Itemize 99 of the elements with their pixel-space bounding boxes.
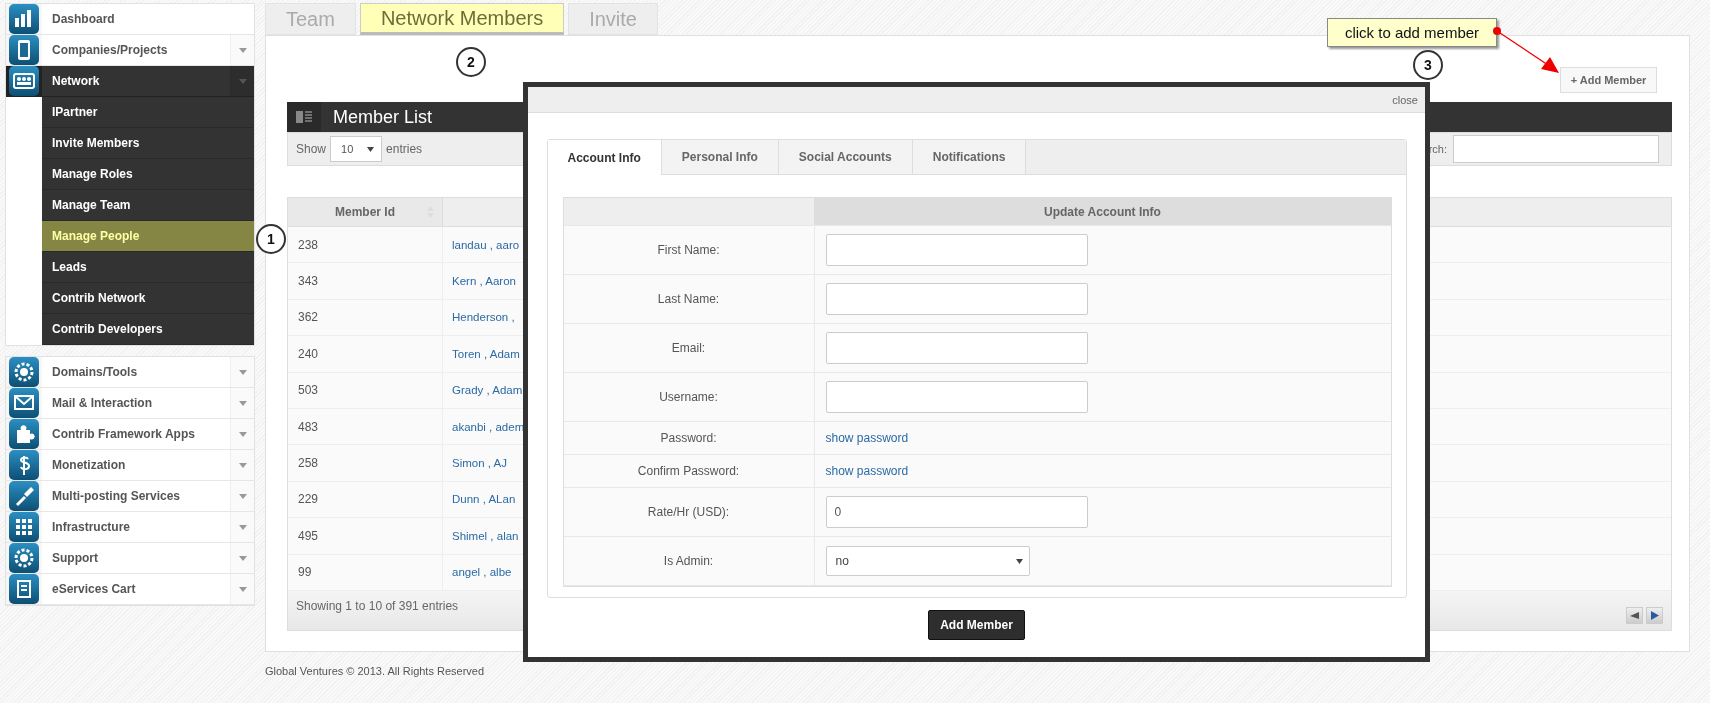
member-name-link[interactable]: angel , albe <box>443 554 512 590</box>
grid-icon <box>9 512 39 542</box>
entries-label: entries <box>386 142 423 156</box>
member-name-link[interactable]: Grady , Adam <box>443 372 523 408</box>
left-arrow-icon <box>1630 611 1639 619</box>
sidebar-label: Dashboard <box>51 11 116 28</box>
sidebar-label: Multi-posting Services <box>51 488 182 505</box>
input-field[interactable] <box>825 332 1088 364</box>
search-field[interactable] <box>1453 135 1659 163</box>
submenu-item[interactable]: Contrib Developers <box>42 314 254 345</box>
sidebar-label: Mail & Interaction <box>51 395 153 412</box>
step-marker: 1 <box>256 224 286 254</box>
table-cell: 503 <box>288 372 443 408</box>
search-label: rch: <box>1428 143 1447 155</box>
field-label: Is Admin: <box>563 537 815 585</box>
brush-icon <box>9 481 39 511</box>
submenu-item[interactable]: IPartner <box>42 97 254 128</box>
right-arrow-icon <box>1650 610 1659 620</box>
field-label: Username: <box>563 373 815 421</box>
table-info: Showing 1 to 10 of 391 entries <box>296 598 459 613</box>
tab[interactable]: Personal Info <box>661 140 779 174</box>
submenu-item[interactable]: Manage People <box>42 221 254 252</box>
sidebar-label: Companies/Projects <box>51 42 169 59</box>
puzzle-icon <box>9 419 39 449</box>
caret-icon <box>367 146 375 152</box>
input-field[interactable] <box>825 381 1088 413</box>
field-label: Confirm Password: <box>563 455 815 487</box>
show-password-link[interactable]: show password <box>825 431 909 445</box>
member-name-link[interactable]: Shimel , alan <box>443 518 519 554</box>
sidebar-label: Infrastructure <box>51 519 132 536</box>
input-field[interactable] <box>825 283 1088 315</box>
field-label: First Name: <box>563 226 815 274</box>
field-label: Last Name: <box>563 275 815 323</box>
arrow <box>1493 27 1559 73</box>
table-cell: 483 <box>288 408 443 445</box>
field-label: Rate/Hr (USD): <box>563 488 815 536</box>
tab[interactable]: Social Accounts <box>778 140 913 174</box>
copyright-text: Global Ventures © 2013. All Rights Reserved <box>265 665 486 677</box>
envelope-icon <box>9 388 39 418</box>
sidebar-label: Contrib Framework Apps <box>51 426 196 443</box>
sidebar-label: Network <box>51 73 101 90</box>
tab[interactable]: Notifications <box>912 140 1027 174</box>
sidebar-label: Domains/Tools <box>51 364 139 381</box>
page-size-select[interactable]: 10 <box>330 136 383 162</box>
member-name-link[interactable]: Toren , Adam <box>443 336 520 372</box>
member-name-link[interactable]: landau , aaro <box>443 227 520 263</box>
list-icon <box>296 111 312 123</box>
tab[interactable]: Account Info <box>547 140 662 175</box>
phone-icon <box>9 35 39 65</box>
sidebar-item[interactable]: Dashboard <box>6 4 254 35</box>
table-cell: 343 <box>288 263 443 299</box>
sidebar-item[interactable]: Companies/Projects <box>6 35 254 66</box>
sidebar-item[interactable]: Multi-posting Services <box>6 481 254 512</box>
submenu-item[interactable]: Manage Team <box>42 190 254 221</box>
field-label: Password: <box>563 422 815 454</box>
callout: click to add member <box>1327 18 1497 47</box>
table-cell: 99 <box>288 554 443 590</box>
sidebar-label: Monetization <box>51 457 127 474</box>
sidebar-item[interactable]: Mail & Interaction <box>6 388 254 419</box>
submenu-item[interactable]: Contrib Network <box>42 283 254 314</box>
member-name-link[interactable]: Dunn , ALan <box>443 481 516 518</box>
show-password-link[interactable]: show password <box>825 464 909 478</box>
form-title: Update Account Info <box>814 198 1391 225</box>
sidebar-label: eServices Cart <box>51 581 137 598</box>
sidebar-label: Support <box>51 550 99 567</box>
submenu-item[interactable]: Leads <box>42 252 254 283</box>
member-name-link[interactable]: Kern , Aaron <box>443 263 516 299</box>
input-field[interactable] <box>825 234 1088 266</box>
add-member-button[interactable]: + Add Member <box>1560 67 1657 93</box>
sidebar-item[interactable]: Infrastructure <box>6 512 254 543</box>
field-label: Email: <box>563 324 815 372</box>
table-cell: 495 <box>288 518 443 554</box>
next-page-button[interactable] <box>1646 606 1663 624</box>
input-field[interactable]: 0 <box>825 496 1088 528</box>
tab[interactable]: Network Members <box>359 3 565 35</box>
sidebar-item[interactable]: eServices Cart <box>6 574 254 605</box>
show-label: Show <box>296 142 327 156</box>
table-cell: 240 <box>288 336 443 372</box>
caret-icon <box>1015 558 1023 564</box>
table-cell: 258 <box>288 445 443 481</box>
table-cell: 229 <box>288 481 443 518</box>
close-link[interactable]: close <box>1392 93 1418 106</box>
select-field[interactable]: no <box>825 546 1030 576</box>
sidebar-item[interactable]: Contrib Framework Apps <box>6 419 254 450</box>
table-cell: 238 <box>288 227 443 263</box>
sidebar-item[interactable]: Network <box>6 66 254 97</box>
previous-page-button[interactable] <box>1626 606 1643 624</box>
member-name-link[interactable]: Simon , AJ <box>443 445 507 481</box>
add-member-button[interactable]: Add Member <box>928 610 1025 640</box>
sidebar-item[interactable]: Domains/Tools <box>6 357 254 388</box>
column-header[interactable]: Member Id <box>288 198 443 226</box>
member-name-link[interactable]: Henderson , <box>443 299 515 336</box>
submenu-item[interactable]: Manage Roles <box>42 159 254 190</box>
dollar-icon <box>9 450 39 480</box>
table-cell: 362 <box>288 299 443 336</box>
list-title: Member List <box>332 105 433 129</box>
sidebar-item[interactable]: Support <box>6 543 254 574</box>
sidebar-item[interactable]: Monetization <box>6 450 254 481</box>
submenu-item[interactable]: Invite Members <box>42 128 254 159</box>
